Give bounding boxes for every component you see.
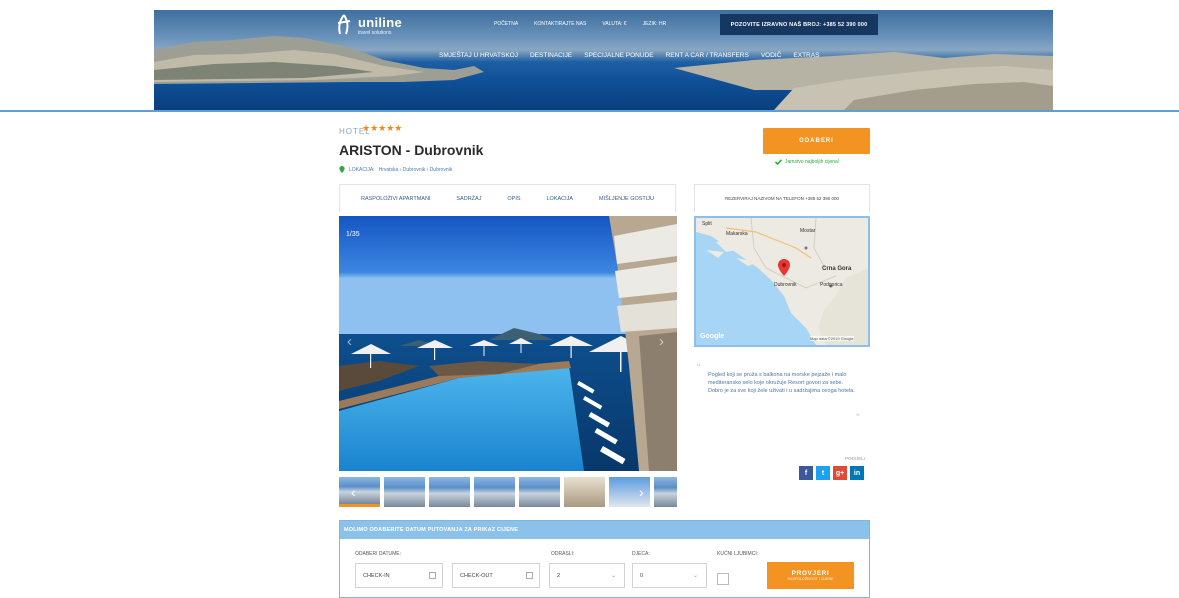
thumbs-next-icon[interactable]: ›: [639, 484, 644, 500]
location-value[interactable]: Hrvatska › Dubrovnik › Dubrovnik: [379, 167, 453, 173]
location-label: LOKACIJA:: [349, 166, 375, 173]
page-title: ARISTON - Dubrovnik: [339, 142, 484, 158]
linkedin-icon[interactable]: in: [850, 466, 864, 480]
thumbs-prev-icon[interactable]: ‹: [351, 484, 356, 500]
calendar-icon: [429, 572, 436, 579]
checkmark-icon: [775, 159, 782, 165]
location-pin-icon: [339, 166, 345, 173]
header-divider: [0, 110, 1179, 112]
logo-icon: [337, 14, 351, 35]
check-availability-button[interactable]: PROVJERI RASPOLOŽIVOST I CIJENE: [767, 562, 854, 589]
map-label-dubrovnik: Dubrovnik: [774, 282, 797, 288]
gallery-next-icon[interactable]: ›: [659, 334, 669, 350]
checkin-field[interactable]: CHECK-IN: [355, 563, 443, 588]
checkin-placeholder: CHECK-IN: [363, 572, 390, 579]
thumbnail[interactable]: [564, 477, 605, 507]
map-label-montenegro: Crna Gora: [822, 266, 852, 272]
dates-label: ODABERI DATUME:: [355, 551, 402, 557]
header-banner: uniline travel solutions POČETNA KONTAKT…: [154, 10, 1053, 110]
social-share: f t g+ in: [799, 466, 864, 480]
nav-extras[interactable]: EXTRAS: [793, 52, 819, 59]
adults-select[interactable]: 2 ⌄: [549, 563, 625, 588]
tab-guest-reviews[interactable]: MIŠLJENJE GOSTIJU: [599, 196, 654, 202]
chevron-down-icon: ⌄: [692, 573, 698, 579]
nav-rent-a-car[interactable]: RENT A CAR / TRANSFERS: [666, 52, 749, 59]
check-button-label: PROVJERI: [791, 570, 830, 577]
twitter-icon[interactable]: t: [816, 466, 830, 480]
tab-amenities[interactable]: SADRŽAJ: [456, 196, 481, 202]
facebook-icon[interactable]: f: [799, 466, 813, 480]
nav-accommodation[interactable]: SMJEŠTAJ U HRVATSKOJ: [439, 52, 518, 59]
calendar-icon: [526, 572, 533, 579]
quote-open-icon: “: [697, 362, 701, 374]
guest-quote: Pogled koji se pruža s balkona na morske…: [708, 372, 855, 394]
check-button-sublabel: RASPOLOŽIVOST I CIJENE: [787, 577, 834, 581]
topnav-currency[interactable]: VALUTA: €: [602, 21, 626, 27]
map-label-podgorica: Podgorica: [820, 282, 843, 288]
gallery-main-photo: [339, 216, 677, 471]
top-nav: POČETNA KONTAKTIRAJTE NAS VALUTA: € JEZI…: [494, 21, 666, 27]
nav-special-offers[interactable]: SPECIJALNE PONUDE: [584, 52, 653, 59]
topnav-home[interactable]: POČETNA: [494, 21, 518, 27]
children-label: DJECA:: [632, 551, 650, 557]
logo[interactable]: uniline travel solutions: [334, 14, 402, 36]
share-label: PODIJELI: [845, 456, 866, 461]
tab-description[interactable]: OPIS: [507, 196, 520, 202]
thumbnail[interactable]: ‹: [339, 477, 380, 507]
booking-header: MOLIMO ODABERITE DATUM PUTOVANJA ZA PRIK…: [340, 521, 869, 539]
topnav-language[interactable]: JEZIK: HR: [643, 21, 667, 27]
nav-guide[interactable]: VODIČ: [761, 52, 782, 59]
topnav-contact[interactable]: KONTAKTIRAJTE NAS: [534, 21, 586, 27]
map-label-split: Split: [702, 221, 712, 227]
booking-form: MOLIMO ODABERITE DATUM PUTOVANJA ZA PRIK…: [339, 520, 870, 598]
call-box[interactable]: POZOVITE IZRAVNO NAŠ BROJ: +385 52 390 0…: [720, 14, 878, 35]
thumbnail[interactable]: [429, 477, 470, 507]
location-breadcrumb: LOKACIJA: Hrvatska › Dubrovnik › Dubrovn…: [339, 166, 452, 173]
tab-available-apartments[interactable]: RASPOLOŽIVI APARTMANI: [361, 196, 430, 202]
price-guarantee-text: Jamstvo najboljih cijena!: [785, 159, 840, 165]
pets-checkbox[interactable]: [717, 573, 729, 585]
map-label-mostar: Mostar: [800, 228, 816, 234]
adults-value: 2: [557, 572, 561, 579]
google-plus-icon[interactable]: g+: [833, 466, 847, 480]
content-tabs: RASPOLOŽIVI APARTMANI SADRŽAJ OPIS LOKAC…: [339, 184, 676, 212]
gallery-prev-icon[interactable]: ‹: [347, 334, 357, 350]
map-pin-icon[interactable]: [778, 259, 790, 276]
checkout-placeholder: CHECK-OUT: [460, 572, 493, 579]
phone-line[interactable]: REZERVIRAJ NAZIVOM NA TELEFON +385 52 39…: [694, 184, 870, 212]
photo-gallery[interactable]: 1/35 ‹ ›: [339, 216, 677, 471]
checkout-field[interactable]: CHECK-OUT: [452, 563, 540, 588]
children-value: 0: [640, 572, 644, 579]
logo-text: uniline: [358, 15, 402, 30]
quote-close-icon: ”: [856, 412, 860, 424]
tab-location[interactable]: LOKACIJA: [546, 196, 573, 202]
map-credits[interactable]: Map data ©2019 Google: [810, 336, 854, 341]
gallery-counter: 1/35: [346, 231, 360, 238]
thumbnail[interactable]: [384, 477, 425, 507]
thumbnail[interactable]: [654, 477, 677, 507]
nav-destinations[interactable]: DESTINACIJE: [530, 52, 572, 59]
location-map[interactable]: Split Makarska Mostar Crna Gora Podgoric…: [694, 216, 870, 347]
adults-label: ODRASLI:: [551, 551, 575, 557]
google-logo: Google: [700, 333, 725, 340]
main-nav: SMJEŠTAJ U HRVATSKOJ DESTINACIJE SPECIJA…: [439, 52, 819, 59]
pets-label: KUĆNI LJUBIMCI:: [717, 551, 759, 557]
thumbnail[interactable]: [519, 477, 560, 507]
gallery-thumbnails: ‹ ›: [339, 477, 677, 507]
thumbnail[interactable]: ›: [609, 477, 650, 507]
map-label-makarska: Makarska: [726, 231, 748, 237]
chevron-down-icon: ⌄: [610, 573, 616, 579]
logo-tagline: travel solutions: [358, 30, 392, 36]
star-rating: ★★★★★: [362, 123, 403, 133]
thumbnail[interactable]: [474, 477, 515, 507]
children-select[interactable]: 0 ⌄: [632, 563, 707, 588]
select-button[interactable]: ODABERI: [763, 128, 870, 154]
price-guarantee: Jamstvo najboljih cijena!: [775, 159, 839, 165]
